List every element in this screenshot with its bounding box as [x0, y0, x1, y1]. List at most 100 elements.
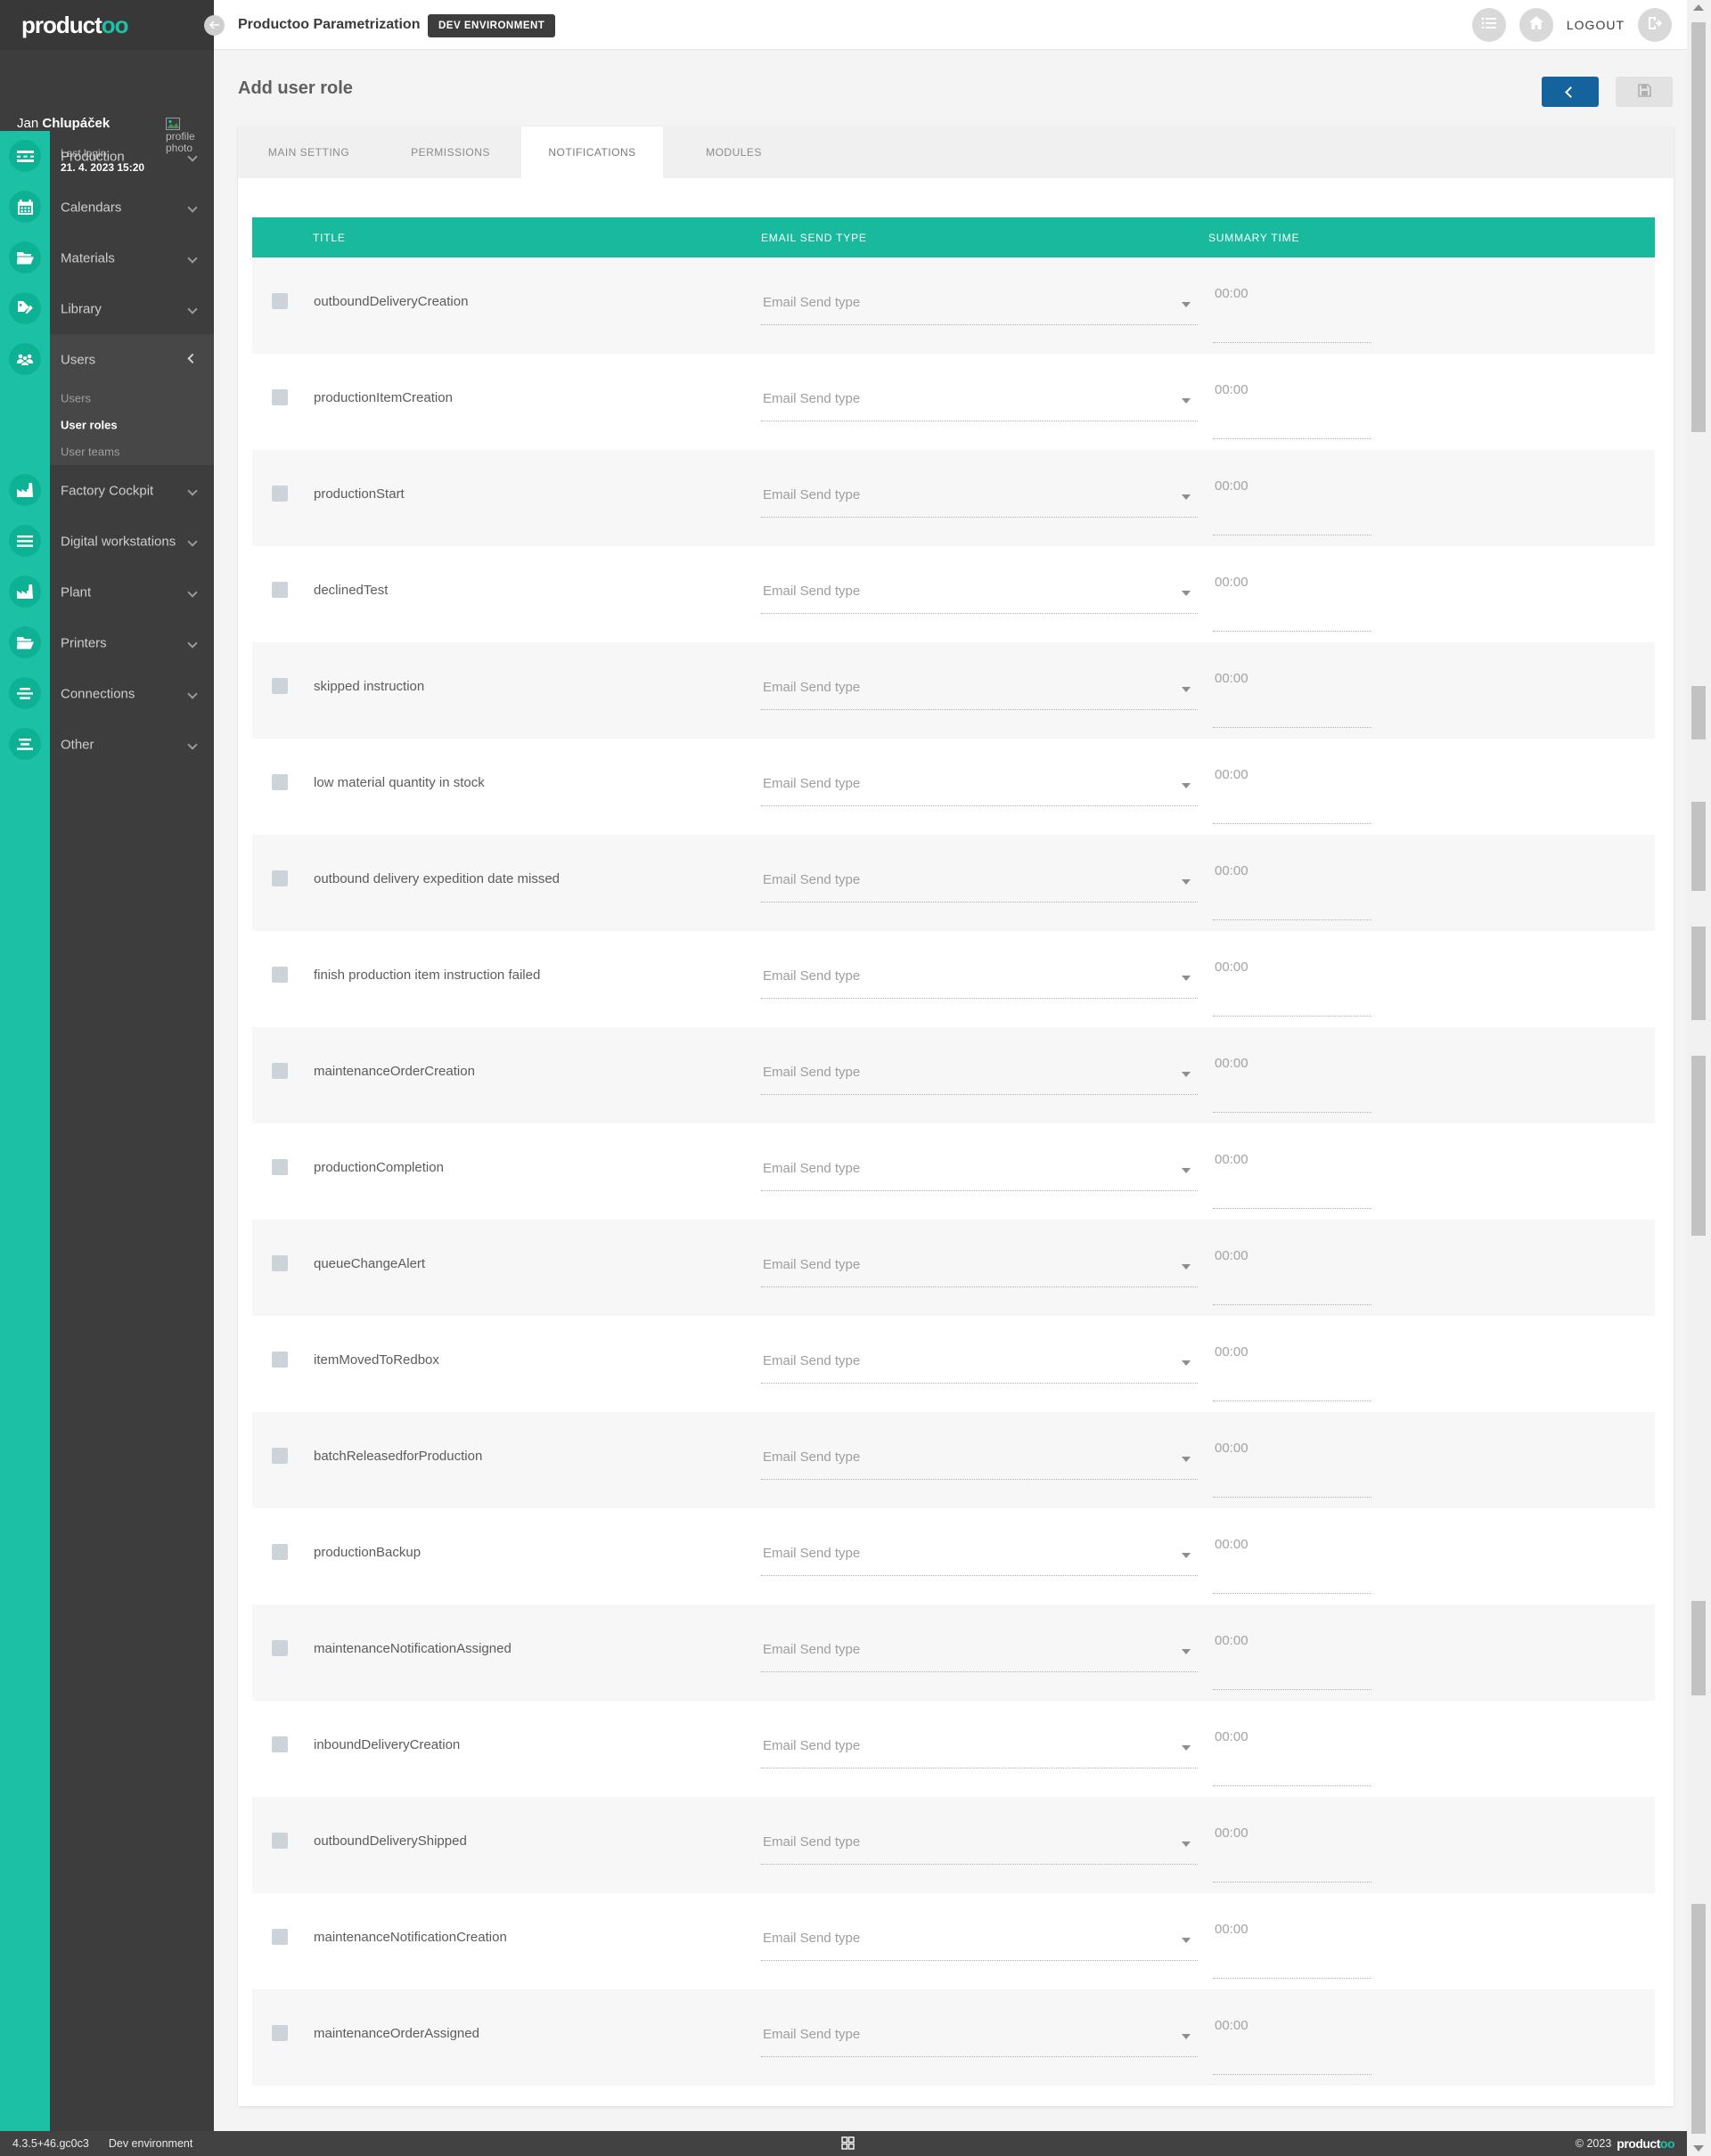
scrollbar[interactable] [1687, 0, 1711, 2156]
summary-time-input[interactable]: 00:00 [1213, 854, 1371, 920]
row-checkbox[interactable] [272, 486, 288, 502]
scrollbar-thumb[interactable] [1691, 686, 1706, 739]
table-body: outboundDeliveryCreationEmail Send type0… [252, 257, 1655, 2086]
email-send-type-select[interactable]: Email Send type [761, 1535, 1198, 1576]
row-checkbox[interactable] [272, 870, 288, 886]
sidebar-item-users[interactable]: Users [0, 334, 214, 385]
sidebar-logo[interactable]: productoo [0, 0, 214, 50]
notification-title: productionCompletion [314, 1160, 444, 1175]
sidebar-item-plant[interactable]: Plant [0, 567, 214, 617]
email-send-type-select[interactable]: Email Send type [761, 477, 1198, 518]
email-send-type-select[interactable]: Email Send type [761, 1246, 1198, 1287]
scrollbar-thumb[interactable] [1691, 22, 1706, 432]
email-send-type-select[interactable]: Email Send type [761, 1824, 1198, 1865]
row-checkbox[interactable] [272, 774, 288, 790]
summary-time-input[interactable]: 00:00 [1213, 1528, 1371, 1594]
summary-time-input[interactable]: 00:00 [1213, 951, 1371, 1017]
tab-modules[interactable]: MODULES [663, 127, 805, 178]
row-checkbox[interactable] [272, 1352, 288, 1368]
email-send-type-select[interactable]: Email Send type [761, 669, 1198, 710]
chevron-left-icon [187, 587, 197, 597]
exit-button[interactable] [1638, 8, 1672, 42]
summary-time-input[interactable]: 00:00 [1213, 566, 1371, 632]
summary-time-input[interactable]: 00:00 [1213, 758, 1371, 824]
email-send-type-select[interactable]: Email Send type [761, 1439, 1198, 1480]
scrollbar-thumb[interactable] [1691, 927, 1706, 1020]
factory-icon [9, 576, 41, 608]
email-send-type-select[interactable]: Email Send type [761, 1150, 1198, 1191]
summary-time-input[interactable]: 00:00 [1213, 1720, 1371, 1786]
sidebar-item-connections[interactable]: Connections [0, 668, 214, 719]
caret-down-icon [1182, 1072, 1191, 1077]
sidebar-item-printers[interactable]: Printers [0, 617, 214, 668]
email-send-type-select[interactable]: Email Send type [761, 380, 1198, 421]
summary-time-value: 00:00 [1215, 767, 1248, 782]
summary-time-input[interactable]: 00:00 [1213, 1817, 1371, 1882]
summary-time-input[interactable]: 00:00 [1213, 662, 1371, 728]
back-button[interactable] [1542, 77, 1599, 107]
summary-time-input[interactable]: 00:00 [1213, 277, 1371, 343]
summary-time-input[interactable]: 00:00 [1213, 1335, 1371, 1401]
row-checkbox[interactable] [272, 1063, 288, 1079]
sidebar-item-production[interactable]: Production [0, 131, 214, 182]
row-checkbox[interactable] [272, 1736, 288, 1752]
scrollbar-thumb[interactable] [1691, 1056, 1706, 1236]
sidebar-item-materials[interactable]: Materials [0, 233, 214, 283]
email-send-type-select[interactable]: Email Send type [761, 862, 1198, 902]
scroll-down-arrow-icon[interactable] [1693, 2145, 1704, 2152]
email-send-type-select[interactable]: Email Send type [761, 1343, 1198, 1384]
sidebar-item-factory-cockpit[interactable]: Factory Cockpit [0, 465, 214, 516]
sidebar-subitem-users[interactable]: Users [0, 385, 214, 412]
tab-main-setting[interactable]: MAIN SETTING [238, 127, 380, 178]
row-checkbox[interactable] [272, 1255, 288, 1271]
grid-icon[interactable] [841, 2136, 855, 2152]
row-checkbox[interactable] [272, 1448, 288, 1464]
email-send-type-select[interactable]: Email Send type [761, 958, 1198, 999]
collapse-sidebar-button[interactable] [204, 15, 225, 36]
tab-notifications[interactable]: NOTIFICATIONS [521, 127, 663, 178]
email-send-type-select[interactable]: Email Send type [761, 284, 1198, 325]
logout-button[interactable]: LOGOUT [1567, 18, 1625, 32]
summary-time-input[interactable]: 00:00 [1213, 1432, 1371, 1498]
email-send-type-select[interactable]: Email Send type [761, 1920, 1198, 1961]
sidebar-item-digital-workstations[interactable]: Digital workstations [0, 516, 214, 567]
row-checkbox[interactable] [272, 1159, 288, 1175]
email-send-type-select[interactable]: Email Send type [761, 2016, 1198, 2057]
scrollbar-thumb[interactable] [1691, 802, 1706, 891]
summary-time-input[interactable]: 00:00 [1213, 1624, 1371, 1690]
summary-time-input[interactable]: 00:00 [1213, 1047, 1371, 1113]
row-checkbox[interactable] [272, 1929, 288, 1945]
menu-list-button[interactable] [1472, 8, 1506, 42]
row-checkbox[interactable] [272, 678, 288, 694]
row-checkbox[interactable] [272, 967, 288, 983]
summary-time-input[interactable]: 00:00 [1213, 1913, 1371, 1979]
summary-time-input[interactable]: 00:00 [1213, 1143, 1371, 1209]
sidebar-item-calendars[interactable]: Calendars [0, 182, 214, 233]
email-send-type-select[interactable]: Email Send type [761, 1631, 1198, 1672]
home-button[interactable] [1519, 8, 1553, 42]
row-checkbox[interactable] [272, 1833, 288, 1849]
summary-time-input[interactable]: 00:00 [1213, 373, 1371, 439]
summary-time-input[interactable]: 00:00 [1213, 2009, 1371, 2075]
sidebar-subitem-user-teams[interactable]: User teams [0, 438, 214, 465]
summary-time-input[interactable]: 00:00 [1213, 470, 1371, 535]
scrollbar-thumb[interactable] [1691, 1601, 1706, 1695]
row-checkbox[interactable] [272, 1544, 288, 1560]
row-checkbox[interactable] [272, 1640, 288, 1656]
row-checkbox[interactable] [272, 582, 288, 598]
sidebar-item-other[interactable]: Other [0, 719, 214, 770]
email-send-type-select[interactable]: Email Send type [761, 573, 1198, 614]
row-checkbox[interactable] [272, 2025, 288, 2041]
row-checkbox[interactable] [272, 293, 288, 309]
email-send-type-select[interactable]: Email Send type [761, 1054, 1198, 1095]
scrollbar-thumb[interactable] [1691, 1904, 1706, 2134]
email-send-type-select[interactable]: Email Send type [761, 1727, 1198, 1768]
email-send-type-select[interactable]: Email Send type [761, 765, 1198, 806]
scroll-up-arrow-icon[interactable] [1693, 4, 1704, 11]
save-button[interactable] [1616, 77, 1673, 107]
sidebar-item-library[interactable]: Library [0, 283, 214, 334]
sidebar-subitem-user-roles[interactable]: User roles [0, 412, 214, 438]
summary-time-input[interactable]: 00:00 [1213, 1239, 1371, 1305]
row-checkbox[interactable] [272, 389, 288, 405]
tab-permissions[interactable]: PERMISSIONS [380, 127, 521, 178]
